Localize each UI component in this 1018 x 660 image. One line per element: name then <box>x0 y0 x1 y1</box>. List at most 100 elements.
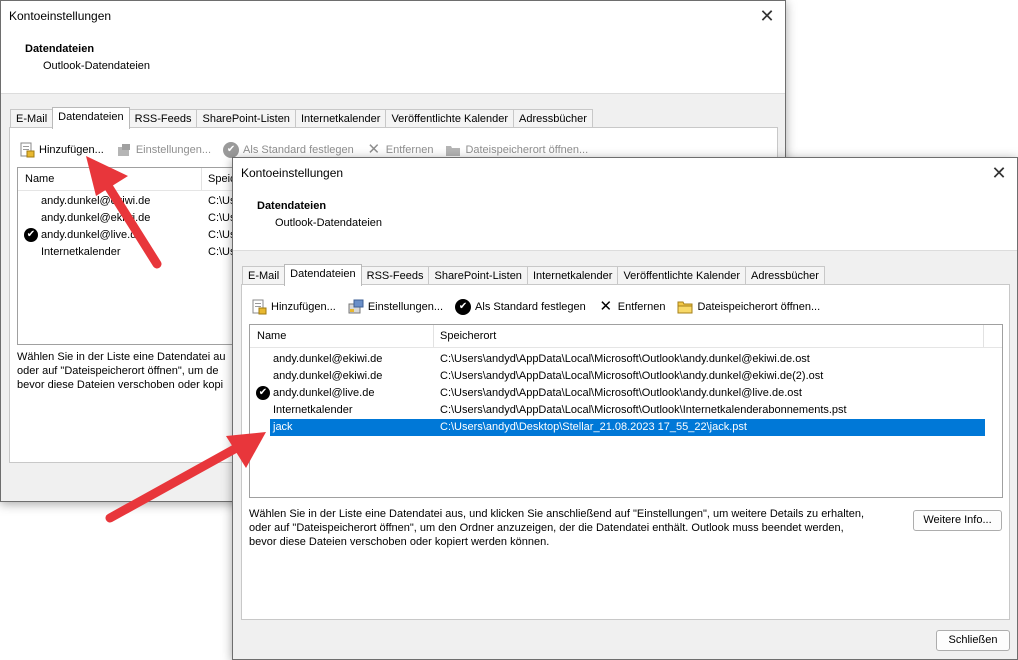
default-checkmark-icon: ✔ <box>24 228 38 242</box>
table-row[interactable]: Internetkalender C:\Users\andyd\AppData\… <box>250 402 985 419</box>
row-name: andy.dunkel@ekiwi.de <box>273 370 383 382</box>
tab-sharepoint[interactable]: SharePoint-Listen <box>428 266 528 285</box>
table-row[interactable]: andy.dunkel@ekiwi.de C:\Users\andyd\AppD… <box>250 351 985 368</box>
checkmark-icon: ✔ <box>223 142 240 158</box>
remove-label: Entfernen <box>617 301 666 313</box>
open-location-label: Dateispeicherort öffnen... <box>465 144 589 156</box>
folder-icon <box>677 301 693 314</box>
front-dialog: Kontoeinstellungen ✕ Datendateien Outloo… <box>232 157 1018 660</box>
remove-label: Entfernen <box>385 144 434 156</box>
front-header-subtitle: Outlook-Datendateien <box>275 217 383 229</box>
tab-published-calendars[interactable]: Veröffentlichte Kalender <box>617 266 747 285</box>
add-button-label: Hinzufügen... <box>271 301 336 313</box>
table-row-selected[interactable]: jack C:\Users\andyd\Desktop\Stellar_21.0… <box>270 419 985 436</box>
back-toolbar: Hinzufügen... Einstellungen... ✔ Als Sta… <box>19 142 600 158</box>
tab-rss-feeds[interactable]: RSS-Feeds <box>128 109 198 128</box>
back-info-text: Wählen Sie in der Liste eine Datendatei … <box>17 350 226 392</box>
tab-published-calendars[interactable]: Veröffentlichte Kalender <box>385 109 515 128</box>
row-name: andy.dunkel@ekiwi.de <box>41 212 151 224</box>
remove-button[interactable]: ✕ Entfernen <box>366 142 434 158</box>
close-button[interactable]: Schließen <box>936 630 1010 651</box>
open-location-button[interactable]: Dateispeicherort öffnen... <box>677 299 820 315</box>
settings-button[interactable]: Einstellungen... <box>116 142 211 158</box>
set-default-button[interactable]: ✔ Als Standard festlegen <box>455 299 586 315</box>
tab-datendateien[interactable]: Datendateien <box>52 107 130 129</box>
folder-icon <box>446 146 461 156</box>
front-list-header: Name Speicherort <box>250 325 1002 348</box>
settings-button-label: Einstellungen... <box>135 144 212 156</box>
settings-button[interactable]: Einstellungen... <box>348 299 443 315</box>
row-location: C:\Users\andyd\AppData\Local\Microsoft\O… <box>440 404 847 416</box>
front-header-title: Datendateien <box>257 200 327 212</box>
row-name: andy.dunkel@ekiwi.de <box>41 195 151 207</box>
open-location-button[interactable]: Dateispeicherort öffnen... <box>445 142 588 158</box>
back-titlebar: Kontoeinstellungen ✕ <box>1 1 785 31</box>
column-separator[interactable] <box>433 325 434 347</box>
tab-datendateien[interactable]: Datendateien <box>284 264 362 286</box>
open-location-label: Dateispeicherort öffnen... <box>697 301 821 313</box>
settings-button-label: Einstellungen... <box>367 301 444 313</box>
remove-x-icon: ✕ <box>599 298 613 315</box>
front-datafile-list[interactable]: Name Speicherort andy.dunkel@ekiwi.de C:… <box>249 324 1003 498</box>
row-location: C:\Users\andyd\AppData\Local\Microsoft\O… <box>440 370 824 382</box>
tab-addressbooks[interactable]: Adressbücher <box>745 266 825 285</box>
tab-internetkalender[interactable]: Internetkalender <box>294 109 387 128</box>
checkmark-icon: ✔ <box>455 299 472 315</box>
set-default-label: Als Standard festlegen <box>243 144 354 156</box>
front-header: Datendateien Outlook-Datendateien <box>233 188 1017 251</box>
row-name: andy.dunkel@live.de <box>41 229 143 241</box>
info-line: oder auf "Dateispeicherort öffnen", um d… <box>249 522 844 534</box>
tab-addressbooks[interactable]: Adressbücher <box>513 109 593 128</box>
row-name: Internetkalender <box>273 404 353 416</box>
back-header: Datendateien Outlook-Datendateien <box>1 31 785 94</box>
default-checkmark-icon: ✔ <box>256 386 270 400</box>
front-info-text: Wählen Sie in der Liste eine Datendatei … <box>249 507 864 549</box>
close-icon[interactable]: ✕ <box>757 6 777 26</box>
settings-icon <box>117 144 130 156</box>
info-line: oder auf "Dateispeicherort öffnen", um d… <box>17 365 219 377</box>
row-name: Internetkalender <box>41 246 121 258</box>
row-name: jack <box>273 421 293 433</box>
add-datafile-icon <box>20 142 35 158</box>
info-line: bevor diese Dateien verschoben oder kopi… <box>249 536 550 548</box>
info-line: bevor diese Dateien verschoben oder kopi <box>17 379 224 391</box>
remove-button[interactable]: ✕ Entfernen <box>598 298 666 315</box>
add-datafile-icon <box>252 299 267 315</box>
table-row[interactable]: andy.dunkel@ekiwi.de C:\Users\andyd\AppD… <box>250 368 985 385</box>
set-default-label: Als Standard festlegen <box>475 301 586 313</box>
row-name: andy.dunkel@ekiwi.de <box>273 353 383 365</box>
info-line: Wählen Sie in der Liste eine Datendatei … <box>249 508 864 520</box>
row-name: andy.dunkel@live.de <box>273 387 375 399</box>
front-window-title: Kontoeinstellungen <box>241 166 344 180</box>
set-default-button[interactable]: ✔ Als Standard festlegen <box>223 142 354 158</box>
column-separator[interactable] <box>983 325 984 347</box>
tab-rss-feeds[interactable]: RSS-Feeds <box>360 266 430 285</box>
tab-sharepoint[interactable]: SharePoint-Listen <box>196 109 296 128</box>
settings-icon <box>348 299 364 314</box>
back-window-title: Kontoeinstellungen <box>9 9 112 23</box>
table-row[interactable]: ✔ andy.dunkel@live.de C:\Users\andyd\App… <box>250 385 985 402</box>
tab-email[interactable]: E-Mail <box>10 109 54 128</box>
front-titlebar: Kontoeinstellungen ✕ <box>233 158 1017 188</box>
column-location[interactable]: Speicherort <box>440 330 496 342</box>
row-location: C:\Users\andyd\AppData\Local\Microsoft\O… <box>440 353 810 365</box>
add-button-label: Hinzufügen... <box>39 144 104 156</box>
column-separator[interactable] <box>201 168 202 190</box>
close-icon[interactable]: ✕ <box>989 163 1009 183</box>
front-tabs: E-Mail Datendateien RSS-Feeds SharePoint… <box>242 264 825 286</box>
row-location: C:\Users\andyd\AppData\Local\Microsoft\O… <box>440 387 802 399</box>
back-header-subtitle: Outlook-Datendateien <box>43 60 151 72</box>
row-location: C:\Users\andyd\Desktop\Stellar_21.08.202… <box>440 421 747 433</box>
tab-email[interactable]: E-Mail <box>242 266 286 285</box>
add-button[interactable]: Hinzufügen... <box>19 142 104 158</box>
front-toolbar: Hinzufügen... Einstellungen... ✔ Als Sta… <box>251 299 832 315</box>
add-button[interactable]: Hinzufügen... <box>251 299 336 315</box>
column-name[interactable]: Name <box>25 173 54 185</box>
info-line: Wählen Sie in der Liste eine Datendatei … <box>17 351 226 363</box>
more-info-button[interactable]: Weitere Info... <box>913 510 1002 531</box>
column-name[interactable]: Name <box>257 330 286 342</box>
front-tabpanel: Hinzufügen... Einstellungen... ✔ Als Sta… <box>241 284 1010 620</box>
tab-internetkalender[interactable]: Internetkalender <box>526 266 619 285</box>
back-tabs: E-Mail Datendateien RSS-Feeds SharePoint… <box>10 107 593 129</box>
back-header-title: Datendateien <box>25 43 95 55</box>
